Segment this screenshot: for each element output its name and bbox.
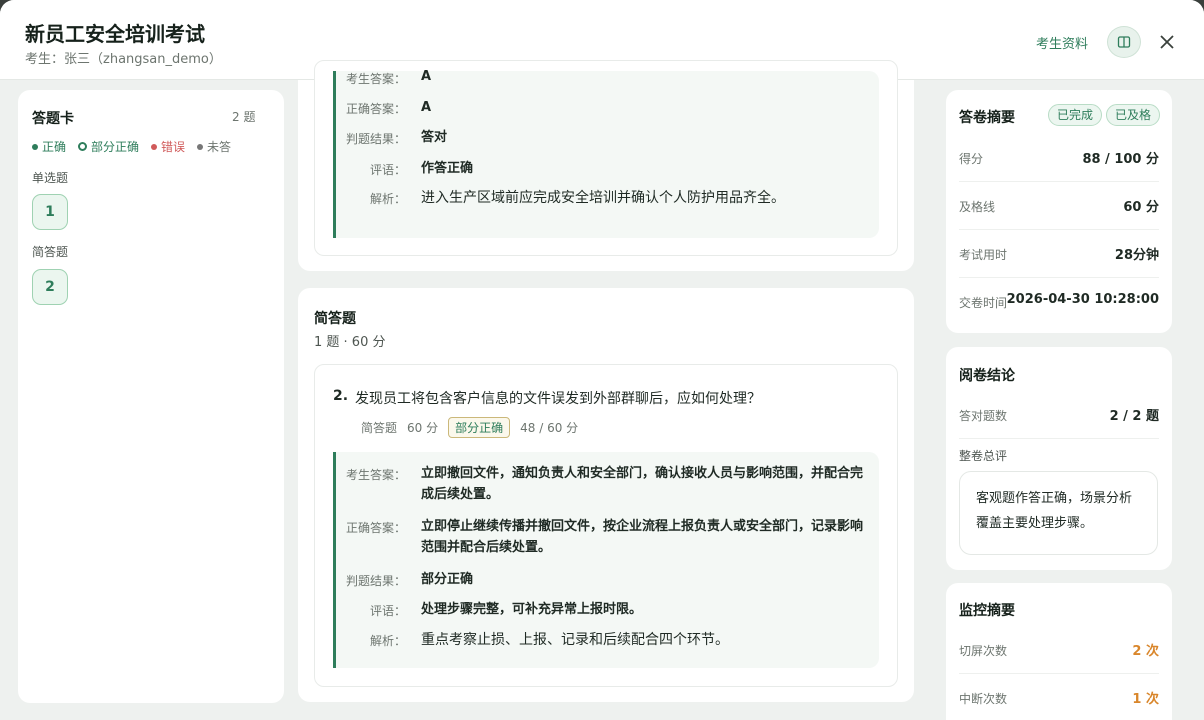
monitor-row-switch: 切屏次数 2 次 [959, 626, 1159, 674]
summary-title: 答卷摘要 [959, 110, 1015, 126]
section-2-card: 简答题 1 题 · 60 分 2. 发现员工将包含客户信息的文件误发到外部群聊后… [298, 288, 914, 702]
question-nav-1[interactable]: 1 [32, 194, 68, 230]
q1-correct-value: A [421, 100, 432, 115]
q1-comment-label: 评语： [369, 163, 406, 177]
score-label: 得分 [959, 152, 984, 166]
materials-book-button[interactable] [1107, 26, 1141, 58]
duration-label: 考试用时 [959, 248, 1008, 262]
q2-type: 简答题 [361, 421, 398, 435]
q2-status-badge: 部分正确 [448, 417, 511, 438]
q2-meta: 简答题 60 分 部分正确 48 / 60 分 [361, 417, 578, 438]
legend-correct: 正确 [32, 138, 66, 155]
close-button[interactable] [1156, 31, 1178, 53]
summary-row-score: 得分 88 / 100 分 [959, 134, 1159, 182]
monitor-title: 监控摘要 [959, 603, 1015, 619]
correct-count-value: 2 / 2 题 [1109, 409, 1159, 424]
interrupt-label: 中断次数 [959, 692, 1008, 706]
pass-line-value: 60 分 [1123, 200, 1159, 215]
summary-row-submit-time: 交卷时间 2026-04-30 10:28:00 [959, 278, 1159, 326]
q2-score: 48 / 60 分 [520, 421, 579, 435]
conclusion-row-correct: 答对题数 2 / 2 题 [959, 391, 1159, 439]
exam-review-modal: 新员工安全培训考试 考生：张三（zhangsan_demo） 考生资料 答题卡 … [0, 0, 1204, 720]
score-value: 88 / 100 分 [1082, 152, 1159, 167]
partial-ring-icon [78, 142, 88, 151]
q2-answer-label: 考生答案： [346, 468, 407, 482]
section-2-meta: 1 题 · 60 分 [314, 335, 386, 350]
question-1-answer-block: 考生答案： A 正确答案： A 判题结果： 答对 评语： 作答正确 解析： 进入… [333, 69, 879, 238]
interrupt-value: 1 次 [1132, 692, 1159, 707]
q1-answer-label: 考生答案： [346, 72, 407, 86]
status-badge-completed: 已完成 [1048, 104, 1103, 126]
q1-answer-value: A [421, 69, 432, 84]
answer-legend: 正确 部分正确 错误 未答 [32, 138, 231, 155]
page-title: 新员工安全培训考试 [25, 22, 205, 46]
q1-analysis-label: 解析： [369, 192, 406, 206]
submit-time-label: 交卷时间 [959, 296, 1008, 310]
q2-text: 发现员工将包含客户信息的文件误发到外部群聊后，应如何处理？ [355, 391, 761, 407]
status-badge-passed: 已及格 [1106, 104, 1161, 126]
q2-comment-value: 处理步骤完整，可补充异常上报时限。 [421, 602, 643, 617]
section-label-short-answer: 简答题 [32, 245, 69, 259]
question-1-card: 考生答案： A 正确答案： A 判题结果： 答对 评语： 作答正确 解析： 进入… [298, 60, 914, 271]
q2-analysis-label: 解析： [369, 634, 406, 648]
q2-points: 60 分 [407, 421, 439, 435]
monitor-panel: 监控摘要 切屏次数 2 次 中断次数 1 次 [946, 583, 1172, 720]
summary-row-duration: 考试用时 28分钟 [959, 230, 1159, 278]
q2-result-value: 部分正确 [421, 572, 474, 587]
q1-comment-value: 作答正确 [421, 161, 474, 176]
section-2-title: 简答题 [314, 311, 356, 327]
legend-unanswered: 未答 [197, 138, 231, 155]
summary-row-pass-line: 及格线 60 分 [959, 182, 1159, 230]
q2-correct-value: 立即停止继续传播并撤回文件，按企业流程上报负责人或安全部门，记录影响范围并配合后… [421, 519, 864, 555]
question-count: 2 题 [232, 110, 256, 124]
q2-number: 2. [333, 388, 349, 404]
unanswered-dot-icon [197, 143, 204, 150]
screen-switch-value: 2 次 [1132, 644, 1159, 659]
question-nav-2[interactable]: 2 [32, 269, 68, 305]
question-2-card: 2. 发现员工将包含客户信息的文件误发到外部群聊后，应如何处理？ 简答题 60 … [314, 364, 898, 687]
examinee-materials-link[interactable]: 考生资料 [1036, 33, 1088, 52]
legend-partial: 部分正确 [78, 138, 139, 155]
question-1-body: 考生答案： A 正确答案： A 判题结果： 答对 评语： 作答正确 解析： 进入… [314, 60, 898, 256]
q2-analysis-value: 重点考察止损、上报、记录和后续配合四个环节。 [421, 632, 729, 648]
section-label-single-choice: 单选题 [32, 171, 69, 185]
question-2-answer-block: 考生答案： 立即撤回文件，通知负责人和安全部门，确认接收人员与影响范围，并配合完… [333, 452, 879, 668]
duration-value: 28分钟 [1114, 248, 1159, 263]
monitor-row-interrupt: 中断次数 1 次 [959, 674, 1159, 720]
q2-correct-label: 正确答案： [346, 521, 407, 535]
submit-time-value: 2026-04-30 10:28:00 [1006, 292, 1159, 307]
close-icon [1160, 35, 1174, 49]
examinee-info: 考生：张三（zhangsan_demo） [25, 52, 222, 67]
answer-card-title: 答题卡 [32, 111, 74, 127]
q1-result-label: 判题结果： [346, 132, 407, 146]
q1-analysis-value: 进入生产区域前应完成安全培训并确认个人防护用品齐全。 [421, 190, 785, 206]
q1-correct-label: 正确答案： [346, 102, 407, 116]
answer-card-panel: 答题卡 2 题 正确 部分正确 错误 未答 单选题 1 简答题 2 [18, 90, 284, 703]
q2-comment-label: 评语： [369, 604, 406, 618]
conclusion-title: 阅卷结论 [959, 368, 1015, 384]
correct-dot-icon [32, 143, 38, 150]
correct-count-label: 答对题数 [959, 409, 1008, 423]
overall-review-label: 整卷总评 [959, 449, 1008, 463]
wrong-dot-icon [151, 143, 158, 150]
book-icon [1117, 36, 1131, 48]
summary-panel: 答卷摘要 已完成 已及格 得分 88 / 100 分 及格线 60 分 考试用时… [946, 90, 1172, 333]
q2-result-label: 判题结果： [346, 574, 407, 588]
q1-result-value: 答对 [421, 130, 448, 145]
overall-review-text: 客观题作答正确，场景分析覆盖主要处理步骤。 [959, 471, 1158, 555]
pass-line-label: 及格线 [959, 200, 996, 214]
q2-answer-value: 立即撤回文件，通知负责人和安全部门，确认接收人员与影响范围，并配合完成后续处置。 [421, 466, 864, 502]
legend-wrong: 错误 [151, 138, 185, 155]
screen-switch-label: 切屏次数 [959, 644, 1008, 658]
conclusion-panel: 阅卷结论 答对题数 2 / 2 题 整卷总评 客观题作答正确，场景分析覆盖主要处… [946, 347, 1172, 570]
